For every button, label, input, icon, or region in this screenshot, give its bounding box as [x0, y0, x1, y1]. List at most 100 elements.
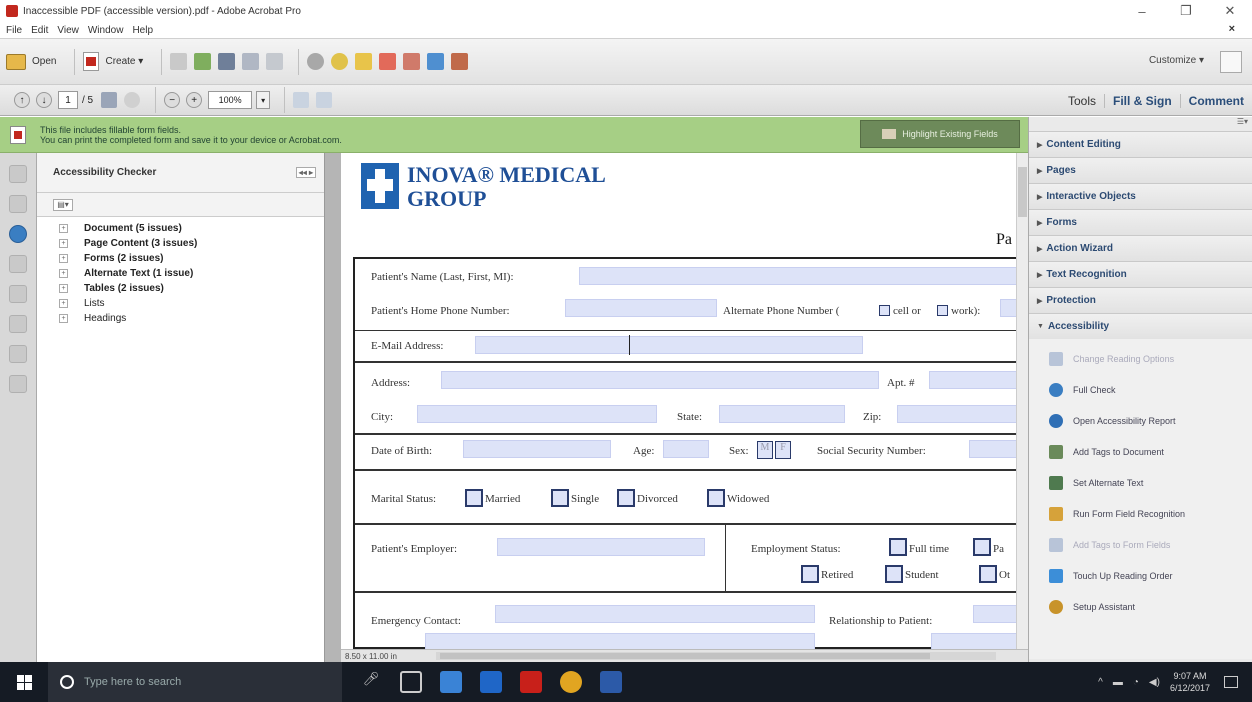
chrome-icon[interactable]	[560, 671, 582, 693]
email-icon[interactable]	[266, 53, 284, 70]
task-view-icon[interactable]	[400, 671, 422, 693]
section-interactive-objects[interactable]: ▶ Interactive Objects	[1029, 183, 1252, 209]
document-vertical-scrollbar[interactable]	[1016, 153, 1028, 649]
ssn-field[interactable]	[969, 440, 1019, 458]
section-pages[interactable]: ▶ Pages	[1029, 157, 1252, 183]
scrollbar-thumb[interactable]	[440, 653, 930, 659]
emergency-contact-field[interactable]	[495, 605, 815, 623]
edit-document-icon[interactable]	[242, 53, 260, 70]
tab-fill-sign[interactable]: Fill & Sign	[1103, 93, 1180, 108]
single-checkbox[interactable]	[551, 489, 569, 507]
print-icon[interactable]	[218, 53, 236, 70]
married-checkbox[interactable]	[465, 489, 483, 507]
expand-icon[interactable]: +	[59, 299, 68, 308]
patient-name-field[interactable]	[579, 267, 1019, 285]
relationship-field[interactable]	[973, 605, 1019, 623]
accessibility-checker-icon[interactable]	[9, 225, 27, 243]
run-form-field-recognition-tool[interactable]: Run Form Field Recognition	[1029, 498, 1252, 529]
tab-tools[interactable]: Tools	[1060, 94, 1104, 108]
retired-checkbox[interactable]	[801, 565, 819, 583]
export-pdf-icon[interactable]	[379, 53, 397, 70]
expand-icon[interactable]: +	[59, 239, 68, 248]
emergency-phone-field[interactable]	[425, 633, 815, 649]
tree-item-page-content[interactable]: + Page Content (3 issues)	[37, 236, 324, 251]
tree-item-headings[interactable]: + Headings	[37, 311, 324, 326]
sign-icon[interactable]	[451, 53, 469, 70]
combine-files-icon[interactable]	[403, 53, 421, 70]
model-tree-icon[interactable]	[9, 345, 27, 363]
section-accessibility[interactable]: ▼ Accessibility	[1029, 313, 1252, 339]
tree-item-lists[interactable]: + Lists	[37, 296, 324, 311]
fill-form-icon[interactable]	[427, 53, 445, 70]
outlook-icon[interactable]	[480, 671, 502, 693]
expand-icon[interactable]: +	[59, 314, 68, 323]
cloud-upload-icon[interactable]	[194, 53, 212, 70]
zoom-in-icon[interactable]: +	[186, 92, 203, 108]
add-tags-tool[interactable]: Add Tags to Document	[1029, 436, 1252, 467]
bookmarks-icon[interactable]	[9, 195, 27, 213]
minimize-icon[interactable]: –	[1120, 0, 1164, 22]
tree-item-alternate-text[interactable]: + Alternate Text (1 issue)	[37, 266, 324, 281]
action-center-icon[interactable]	[1224, 676, 1238, 688]
open-accessibility-report-tool[interactable]: Open Accessibility Report	[1029, 405, 1252, 436]
sex-f-box[interactable]: F	[775, 441, 791, 459]
select-tool-icon[interactable]	[101, 92, 118, 108]
wifi-icon[interactable]: ◔	[1133, 677, 1139, 688]
zoom-dropdown-icon[interactable]: ▾	[256, 91, 271, 109]
pane-options-icon[interactable]: ☰▾	[1029, 117, 1252, 131]
page-thumbnails-icon[interactable]	[9, 165, 27, 183]
section-forms[interactable]: ▶ Forms	[1029, 209, 1252, 235]
start-button[interactable]	[0, 662, 48, 702]
acrobat-taskbar-icon[interactable]	[520, 671, 542, 693]
student-checkbox[interactable]	[885, 565, 903, 583]
options-menu-icon[interactable]: ▤▾	[53, 198, 73, 211]
menu-edit[interactable]: Edit	[31, 25, 48, 36]
age-field[interactable]	[663, 440, 709, 458]
full-time-checkbox[interactable]	[889, 538, 907, 556]
signatures-icon[interactable]	[9, 285, 27, 303]
employer-field[interactable]	[497, 538, 705, 556]
horizontal-scrollbar[interactable]	[436, 652, 996, 660]
section-text-recognition[interactable]: ▶ Text Recognition	[1029, 261, 1252, 287]
microphone-icon[interactable]: 🎤︎	[360, 671, 382, 693]
divorced-checkbox[interactable]	[617, 489, 635, 507]
widowed-checkbox[interactable]	[707, 489, 725, 507]
apt-field[interactable]	[929, 371, 1019, 389]
expand-toolbar-icon[interactable]	[1220, 51, 1242, 73]
sex-m-box[interactable]: M	[757, 441, 773, 459]
tags-icon[interactable]	[9, 375, 27, 393]
previous-page-icon[interactable]: ↑	[14, 92, 30, 108]
next-page-icon[interactable]: ↓	[36, 92, 52, 108]
attachments-icon[interactable]	[9, 255, 27, 273]
dob-field[interactable]	[463, 440, 611, 458]
show-hidden-icons[interactable]: ^	[1098, 677, 1103, 688]
clock[interactable]: 9:07 AM 6/12/2017	[1170, 670, 1210, 694]
create-button[interactable]: Create ▾	[83, 52, 143, 71]
full-check-tool[interactable]: Full Check	[1029, 374, 1252, 405]
close-icon[interactable]: ✕	[1208, 0, 1252, 22]
menu-window[interactable]: Window	[88, 25, 124, 36]
expand-icon[interactable]: +	[59, 254, 68, 263]
other-checkbox[interactable]	[979, 565, 997, 583]
section-action-wizard[interactable]: ▶ Action Wizard	[1029, 235, 1252, 261]
address-field[interactable]	[441, 371, 879, 389]
network-icon[interactable]: ▬	[1113, 677, 1123, 688]
setup-assistant-tool[interactable]: Setup Assistant	[1029, 591, 1252, 622]
tree-item-forms[interactable]: + Forms (2 issues)	[37, 251, 324, 266]
pane-splitter[interactable]	[325, 153, 341, 662]
home-phone-field[interactable]	[565, 299, 717, 317]
expand-icon[interactable]: +	[59, 284, 68, 293]
hand-tool-icon[interactable]	[124, 92, 141, 108]
menu-file[interactable]: File	[6, 25, 22, 36]
volume-icon[interactable]: ◀)	[1149, 677, 1160, 688]
zoom-out-icon[interactable]: −	[164, 92, 181, 108]
restore-icon[interactable]: ❐	[1164, 0, 1208, 22]
section-protection[interactable]: ▶ Protection	[1029, 287, 1252, 313]
word-icon[interactable]	[600, 671, 622, 693]
customize-dropdown[interactable]: Customize ▾	[1149, 55, 1204, 66]
taskbar-search[interactable]: Type here to search	[48, 662, 342, 702]
part-time-checkbox[interactable]	[973, 538, 991, 556]
tree-item-document[interactable]: + Document (5 issues)	[37, 221, 324, 236]
file-explorer-icon[interactable]	[440, 671, 462, 693]
tree-item-tables[interactable]: + Tables (2 issues)	[37, 281, 324, 296]
